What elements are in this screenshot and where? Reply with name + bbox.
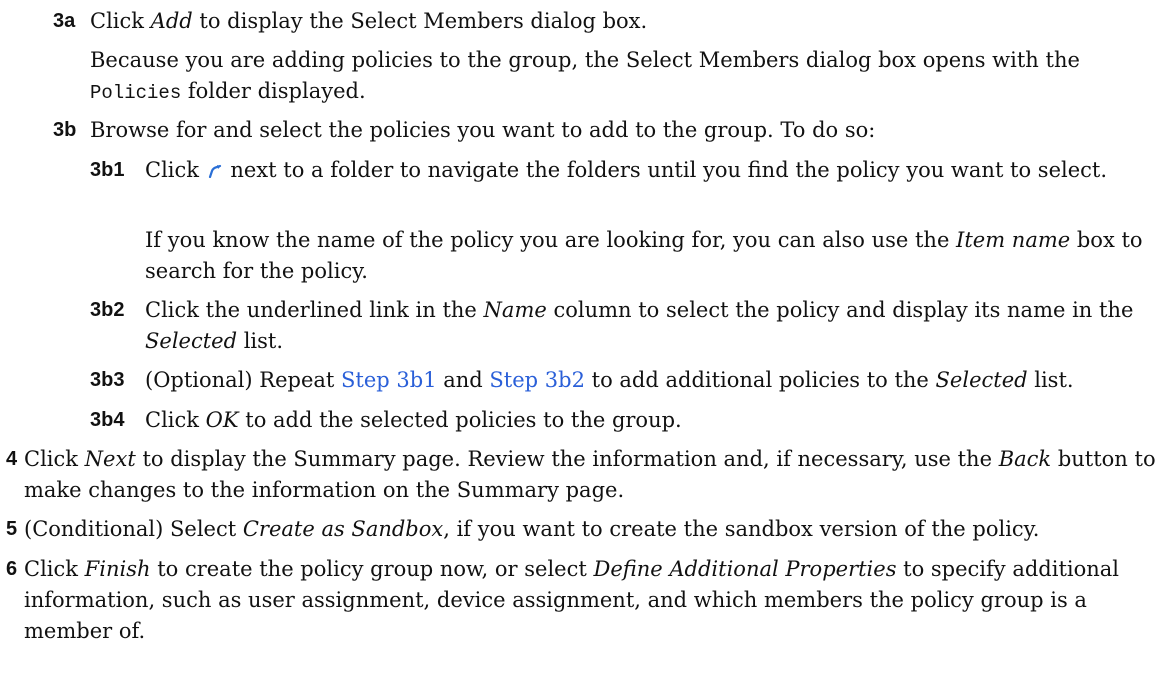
step-3a-note-text: Because you are adding policies to the g… <box>90 48 1080 104</box>
step-3b: 3b Browse for and select the policies yo… <box>0 115 1155 146</box>
step-3b4-text: Click OK to add the selected policies to… <box>145 408 682 432</box>
step-3b3: 3b3 (Optional) Repeat Step 3b1 and Step … <box>0 365 1155 396</box>
step-number: 5 <box>6 518 18 540</box>
step-6: 6 Click Finish to create the policy grou… <box>0 554 1155 647</box>
step-3b1-note-text: If you know the name of the policy you a… <box>145 228 1143 283</box>
step-number: 3b <box>53 119 77 141</box>
step-3b2: 3b2 Click the underlined link in the Nam… <box>0 295 1155 357</box>
step-3b4: 3b4 Click OK to add the selected policie… <box>0 405 1155 436</box>
folder-navigate-arrow-icon <box>208 164 221 178</box>
step-3b1-note: If you know the name of the policy you a… <box>0 225 1155 287</box>
step-number: 4 <box>6 448 18 470</box>
step-4: 4 Click Next to display the Summary page… <box>0 444 1156 506</box>
step-number: 3b2 <box>90 299 125 321</box>
step-3b1-link[interactable]: Step 3b1 <box>341 368 437 392</box>
step-3b3-text: (Optional) Repeat Step 3b1 and Step 3b2 … <box>145 368 1074 392</box>
step-3b2-link[interactable]: Step 3b2 <box>489 368 585 392</box>
step-number: 3b4 <box>90 409 125 431</box>
step-5: 5 (Conditional) Select Create as Sandbox… <box>0 514 1155 545</box>
step-3a-text: Click Add to display the Select Members … <box>90 9 648 33</box>
step-number: 3b3 <box>90 369 125 391</box>
step-3b1-text: Click next to a folder to navigate the f… <box>145 158 1108 182</box>
step-3b2-text: Click the underlined link in the Name co… <box>145 298 1134 353</box>
step-3a: 3a Click Add to display the Select Membe… <box>0 6 1155 37</box>
step-4-text: Click Next to display the Summary page. … <box>24 447 1156 502</box>
step-6-text: Click Finish to create the policy group … <box>24 557 1120 643</box>
step-5-text: (Conditional) Select Create as Sandbox, … <box>24 517 1040 541</box>
step-3b-text: Browse for and select the policies you w… <box>90 118 876 142</box>
step-3a-note: Because you are adding policies to the g… <box>0 45 1155 109</box>
step-number: 6 <box>6 558 18 580</box>
step-number: 3b1 <box>90 159 125 181</box>
step-3b1: 3b1 Click next to a folder to navigate t… <box>0 155 1155 186</box>
step-number: 3a <box>53 10 76 32</box>
